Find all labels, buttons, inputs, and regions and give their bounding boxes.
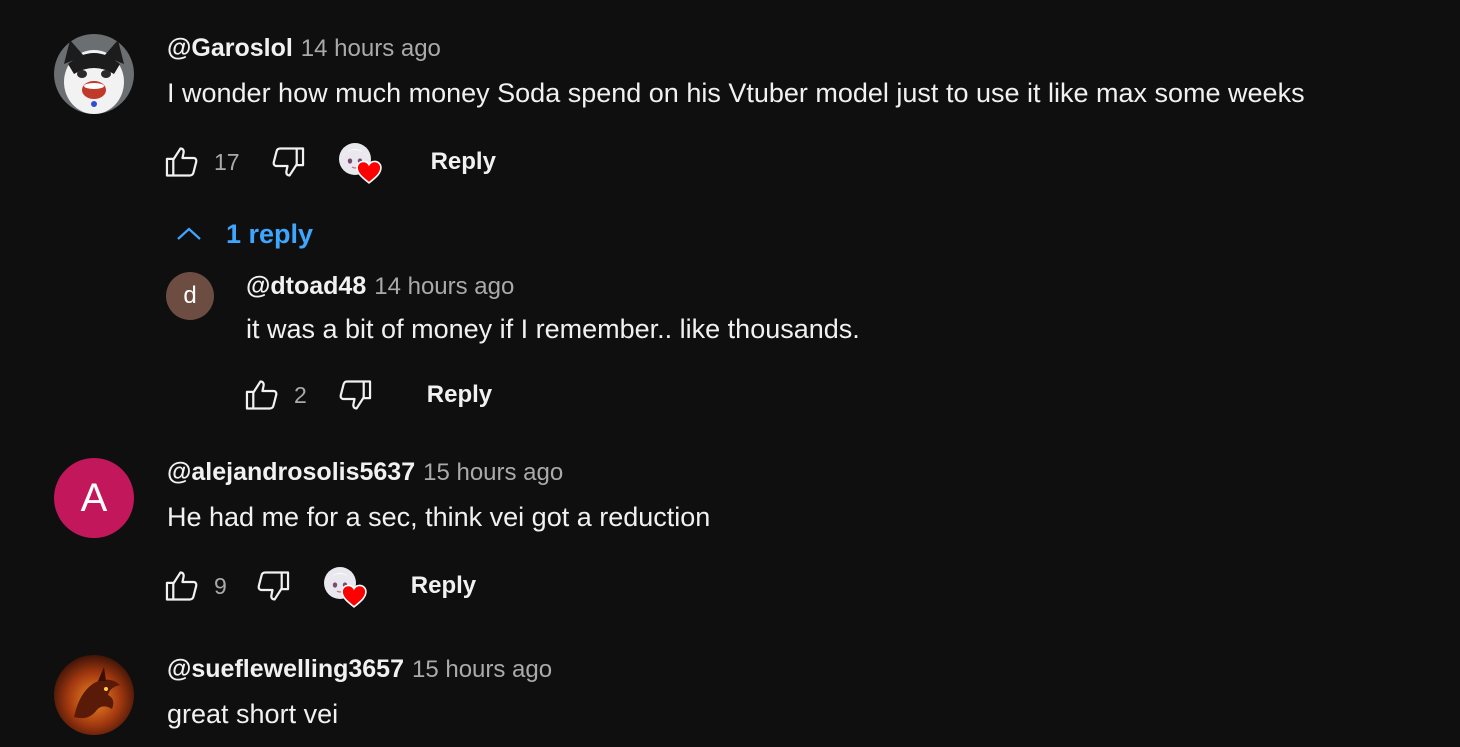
comment-header: @sueflewelling3657 15 hours ago: [167, 655, 552, 685]
like-button[interactable]: [160, 567, 204, 605]
creator-heart-badge[interactable]: [336, 140, 384, 184]
author-name[interactable]: @Garoslol: [167, 34, 293, 63]
dislike-button[interactable]: [333, 376, 377, 414]
author-name[interactable]: @sueflewelling3657: [167, 655, 404, 684]
cat-avatar-icon: [54, 34, 134, 114]
replies-count-label: 1 reply: [226, 218, 314, 249]
avatar[interactable]: [54, 34, 134, 114]
dragon-avatar-icon: [54, 655, 134, 735]
comment-body: @sueflewelling3657 15 hours ago great sh…: [167, 655, 552, 730]
comment-header: @Garoslol 14 hours ago: [167, 34, 1305, 64]
comment-text: it was a bit of money if I remember.. li…: [246, 314, 860, 344]
avatar-letter: d: [183, 282, 197, 309]
creator-heart-badge[interactable]: [321, 564, 369, 608]
heart-icon: [341, 584, 367, 608]
avatar[interactable]: [54, 655, 134, 735]
thumbs-down-icon: [257, 571, 289, 601]
comment-text: He had me for a sec, think vei got a red…: [167, 502, 711, 532]
dislike-button[interactable]: [266, 143, 310, 181]
comment-actions: 9 Reply: [160, 564, 476, 608]
comment-text: I wonder how much money Soda spend on hi…: [167, 78, 1305, 108]
thumbs-up-icon: [165, 571, 198, 601]
reply-button[interactable]: Reply: [431, 148, 496, 176]
like-button[interactable]: [240, 376, 284, 414]
chevron-up-icon: [177, 227, 201, 240]
author-name[interactable]: @dtoad48: [246, 272, 366, 301]
avatar[interactable]: d: [166, 272, 214, 320]
avatar-letter: A: [80, 475, 108, 520]
thumbs-down-icon: [339, 380, 371, 410]
like-count: 2: [294, 381, 307, 408]
like-count: 9: [214, 572, 227, 599]
thumbs-up-icon: [245, 380, 278, 410]
comment-timestamp[interactable]: 14 hours ago: [374, 273, 514, 301]
thumbs-up-icon: [165, 147, 198, 177]
comment-text: great short vei: [167, 699, 339, 729]
comment-body: @dtoad48 14 hours ago it was a bit of mo…: [246, 272, 860, 345]
comment-header: @alejandrosolis5637 15 hours ago: [167, 458, 710, 488]
comment-timestamp[interactable]: 14 hours ago: [301, 35, 441, 63]
comment-timestamp[interactable]: 15 hours ago: [423, 459, 563, 487]
comment-actions: 2 Reply: [240, 373, 492, 417]
thumbs-down-icon: [272, 147, 304, 177]
dislike-button[interactable]: [251, 567, 295, 605]
comment-body: @alejandrosolis5637 15 hours ago He had …: [167, 458, 710, 533]
comment-body: @Garoslol 14 hours ago I wonder how much…: [167, 34, 1305, 109]
comment-header: @dtoad48 14 hours ago: [246, 272, 860, 302]
comment-actions: 17 Reply: [160, 140, 496, 184]
avatar[interactable]: A: [54, 458, 134, 538]
replies-toggle-button[interactable]: 1 reply: [174, 214, 313, 254]
like-count: 17: [214, 148, 240, 175]
heart-icon: [355, 160, 382, 184]
reply-button[interactable]: Reply: [427, 381, 492, 409]
like-button[interactable]: [160, 143, 204, 181]
author-name[interactable]: @alejandrosolis5637: [167, 458, 415, 487]
reply-button[interactable]: Reply: [411, 572, 476, 600]
comment-timestamp[interactable]: 15 hours ago: [412, 656, 552, 684]
